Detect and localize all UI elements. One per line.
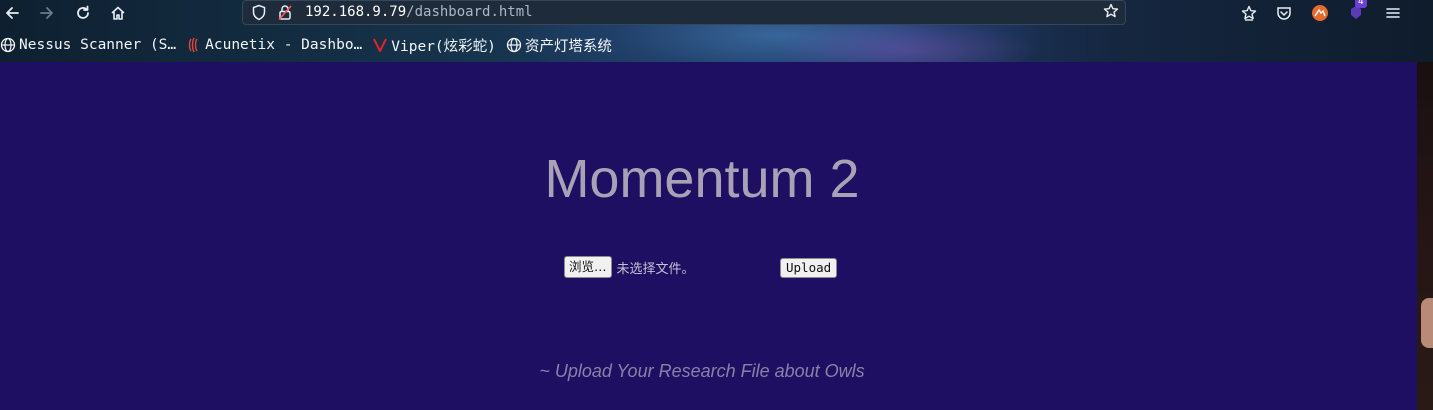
bookmark-item[interactable]: Viper(炫彩蛇) bbox=[372, 35, 496, 56]
bookmark-item[interactable]: Acunetix - Dashbo… bbox=[186, 37, 362, 53]
shield-icon[interactable] bbox=[251, 4, 267, 26]
file-input[interactable]: 浏览… 未选择文件。 bbox=[564, 256, 695, 278]
bookmark-item[interactable]: Nessus Scanner (S… bbox=[0, 37, 176, 53]
forward-arrow-icon[interactable] bbox=[36, 2, 58, 24]
star-icon[interactable] bbox=[1103, 3, 1119, 24]
pocket-icon[interactable] bbox=[1273, 2, 1295, 24]
bookmark-label: Nessus Scanner (S… bbox=[19, 37, 177, 53]
home-icon[interactable] bbox=[107, 2, 129, 24]
globe-icon bbox=[0, 37, 16, 53]
url-bar[interactable]: 192.168.9.79/dashboard.html bbox=[242, 0, 1126, 25]
theme-background-accent bbox=[780, 20, 1040, 62]
hamburger-menu-icon[interactable] bbox=[1382, 2, 1404, 24]
back-arrow-icon[interactable] bbox=[1, 2, 23, 24]
url-path: /dashboard.html bbox=[406, 4, 533, 20]
page-caption: ~ Upload Your Research File about Owls bbox=[539, 361, 865, 381]
browser-toolbar: 192.168.9.79/dashboard.html 4 Nessus Sca… bbox=[0, 0, 1433, 62]
save-to-pocket-icon[interactable] bbox=[1238, 2, 1260, 24]
bookmarks-toolbar: Nessus Scanner (S… Acunetix - Dashbo… Vi… bbox=[0, 34, 622, 56]
bookmark-label: 资产灯塔系统 bbox=[524, 38, 612, 55]
lock-icon[interactable] bbox=[277, 4, 293, 26]
reload-icon[interactable] bbox=[72, 2, 94, 24]
acunetix-icon bbox=[186, 37, 202, 53]
page-title: Momentum 2 bbox=[544, 149, 860, 209]
bookmark-label: Viper(炫彩蛇) bbox=[391, 38, 496, 55]
page-content: Momentum 2 浏览… 未选择文件。 Upload ~ Upload Yo… bbox=[0, 62, 1417, 410]
bookmark-item[interactable]: 资产灯塔系统 bbox=[506, 35, 612, 56]
viper-icon bbox=[372, 37, 388, 53]
bookmark-label: Acunetix - Dashbo… bbox=[205, 37, 363, 53]
browse-button[interactable]: 浏览… bbox=[564, 256, 612, 278]
upload-button[interactable]: Upload bbox=[780, 258, 838, 278]
extension-icon[interactable] bbox=[1309, 2, 1331, 24]
extension-badge: 4 bbox=[1355, 0, 1367, 8]
url-text[interactable]: 192.168.9.79/dashboard.html bbox=[305, 4, 533, 20]
desktop-background-edge bbox=[1417, 62, 1433, 410]
desktop-wallpaper-fragment bbox=[1421, 298, 1433, 348]
globe-icon bbox=[506, 37, 522, 53]
file-status-text: 未选择文件。 bbox=[616, 261, 695, 277]
url-host: 192.168.9.79 bbox=[305, 4, 407, 20]
